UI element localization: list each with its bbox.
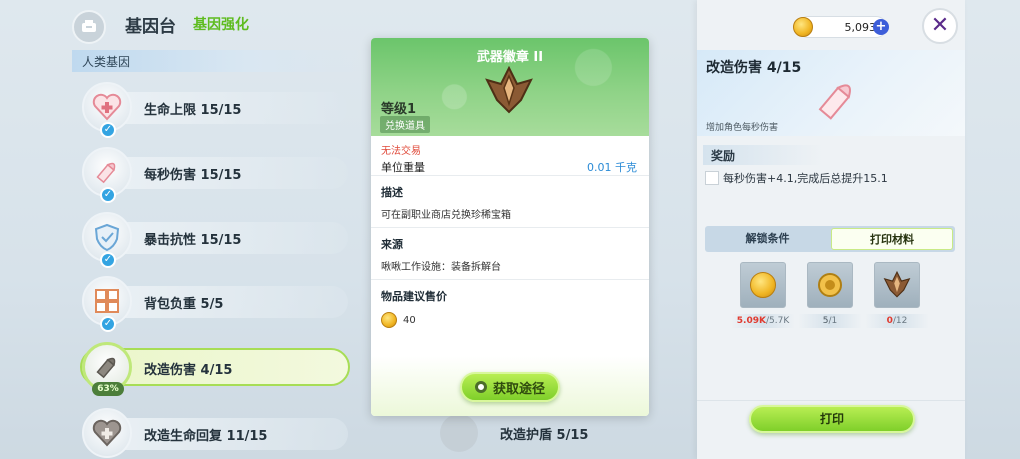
reward-line: 每秒伤害+4.1,完成后总提升15.1 bbox=[705, 170, 888, 186]
completed-check-icon: ✓ bbox=[100, 187, 116, 203]
completed-check-icon: ✓ bbox=[100, 122, 116, 138]
item-name: 武器徽章 II bbox=[476, 50, 544, 65]
gene-hero: 改造伤害 4/15 增加角色每秒伤害 bbox=[697, 50, 965, 136]
gene-item-backpack[interactable]: ✓ 背包负重 5/5 bbox=[80, 276, 350, 332]
weight-row: 单位重量 0.01 千克 bbox=[371, 156, 649, 176]
price-value: 40 bbox=[403, 314, 416, 326]
divider bbox=[697, 400, 965, 401]
bullet-mini-icon bbox=[705, 171, 719, 185]
gene-item-dps[interactable]: ✓ 每秒伤害 15/15 bbox=[80, 147, 350, 203]
item-level: 等级1 bbox=[381, 102, 417, 117]
gene-item-mod-shield[interactable]: 改造护盾 5/15 bbox=[440, 414, 610, 454]
material-count: 5.09K/5.7K bbox=[731, 314, 795, 328]
gold-coin-icon bbox=[793, 17, 813, 37]
gene-item-mod-damage[interactable]: 63% 改造伤害 4/15 bbox=[80, 342, 350, 396]
gene-label: 改造生命回复 11/15 bbox=[144, 429, 268, 444]
panel-tabs: 解锁条件 打印材料 bbox=[705, 226, 955, 252]
page-title: 基因台 bbox=[125, 17, 176, 37]
material-count: 0/12 bbox=[865, 314, 929, 328]
untradable-label: 无法交易 bbox=[381, 146, 421, 157]
gene-item-mod-regen[interactable]: 改造生命回复 11/15 bbox=[80, 408, 350, 459]
material-slot-gold[interactable] bbox=[740, 262, 786, 308]
gene-title: 改造伤害 4/15 bbox=[706, 60, 802, 76]
gene-label: 背包负重 5/5 bbox=[144, 297, 224, 312]
print-button[interactable]: 打印 bbox=[749, 405, 915, 433]
material-need: /1 bbox=[828, 316, 838, 326]
add-currency-button[interactable]: + bbox=[873, 19, 889, 35]
material-have: 5.09K bbox=[736, 316, 766, 326]
close-button[interactable]: ✕ bbox=[922, 8, 958, 44]
source-heading: 来源 bbox=[381, 238, 403, 251]
completed-check-icon: ✓ bbox=[100, 316, 116, 332]
gene-label: 暴击抗性 15/15 bbox=[144, 233, 242, 248]
tab-print-materials[interactable]: 打印材料 bbox=[831, 228, 953, 250]
material-slot-badge[interactable] bbox=[874, 262, 920, 308]
gold-coin-icon bbox=[381, 312, 397, 328]
tab-unlock-conditions[interactable]: 解锁条件 bbox=[705, 226, 830, 252]
price-heading: 物品建议售价 bbox=[381, 290, 447, 303]
reward-heading: 奖励 bbox=[703, 145, 823, 165]
page-subtitle: 基因强化 bbox=[193, 17, 249, 33]
gene-label: 生命上限 15/15 bbox=[144, 103, 242, 118]
gene-label: 每秒伤害 15/15 bbox=[144, 168, 242, 183]
heart-cross-icon bbox=[82, 408, 132, 458]
description-heading: 描述 bbox=[381, 186, 403, 199]
bullet-icon bbox=[807, 70, 867, 130]
gear-coin-icon bbox=[818, 273, 842, 297]
material-need: /5.7K bbox=[765, 316, 790, 326]
material-need: /12 bbox=[892, 316, 908, 326]
badge-icon bbox=[883, 271, 911, 298]
description-text: 可在副职业商店兑换珍稀宝箱 bbox=[371, 200, 649, 228]
popup-body: 无法交易 单位重量 0.01 千克 描述 可在副职业商店兑换珍稀宝箱 来源 啾啾… bbox=[371, 136, 649, 328]
popup-header: 武器徽章 II 等级1 兑换道具 bbox=[371, 38, 649, 136]
price-row: 40 bbox=[371, 304, 649, 328]
item-type-tag: 兑换道具 bbox=[380, 116, 430, 133]
gold-coin-icon bbox=[750, 272, 776, 298]
popup-footer: 获取途径 bbox=[371, 356, 649, 416]
gene-item-hp-max[interactable]: ✓ 生命上限 15/15 bbox=[80, 82, 350, 138]
badge-icon bbox=[483, 65, 535, 116]
section-header: 人类基因 bbox=[72, 50, 362, 72]
completed-check-icon: ✓ bbox=[100, 252, 116, 268]
weight-value: 0.01 千克 bbox=[587, 161, 637, 174]
gene-item-crit-resist[interactable]: ✓ 暴击抗性 15/15 bbox=[80, 212, 350, 268]
obtain-method-label: 获取途径 bbox=[492, 381, 545, 397]
radio-icon bbox=[474, 381, 487, 393]
gene-station-icon[interactable] bbox=[72, 10, 106, 44]
weight-label: 单位重量 bbox=[381, 161, 425, 174]
gene-detail-panel: 5,093 + ✕ 改造伤害 4/15 增加角色每秒伤害 奖励 每秒伤害+4.1… bbox=[697, 0, 965, 459]
gene-label: 改造护盾 5/15 bbox=[500, 428, 589, 443]
material-count: 5/1 bbox=[798, 314, 862, 328]
obtain-method-button[interactable]: 获取途径 bbox=[460, 372, 560, 402]
progress-badge: 63% bbox=[92, 382, 124, 396]
shield-grey-icon bbox=[440, 414, 478, 452]
reward-text: 每秒伤害+4.1,完成后总提升15.1 bbox=[723, 172, 888, 185]
source-text: 啾啾工作设施：装备拆解台 bbox=[371, 252, 649, 280]
material-slot-gear-coin[interactable] bbox=[807, 262, 853, 308]
gene-label: 改造伤害 4/15 bbox=[144, 363, 233, 378]
item-detail-popup: 武器徽章 II 等级1 兑换道具 无法交易 单位重量 0.01 千克 描述 可在… bbox=[371, 38, 649, 416]
gene-description: 增加角色每秒伤害 bbox=[706, 123, 779, 133]
